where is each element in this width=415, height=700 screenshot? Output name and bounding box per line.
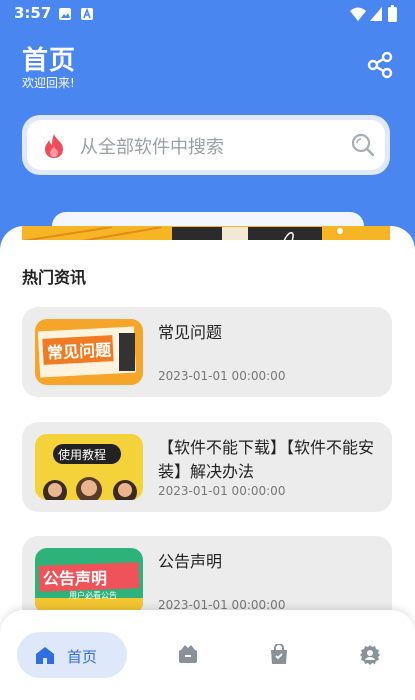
news-thumbnail: 使用教程 (35, 434, 143, 500)
news-thumbnail: 常见问题 (35, 319, 143, 385)
profile-icon[interactable] (359, 644, 381, 666)
tutorial-thumbnail-image: 使用教程 (35, 434, 143, 500)
news-title: 公告声明 (158, 552, 223, 571)
thumb-text: 常见问题 (47, 340, 113, 362)
search-placeholder[interactable]: 从全部软件中搜索 (80, 133, 224, 159)
news-date: 2023-01-01 00:00:00 (158, 484, 286, 498)
page-title: 首页 (22, 46, 77, 76)
search-icon[interactable] (351, 133, 375, 157)
banner-carousel[interactable] (22, 226, 390, 240)
image-icon (59, 8, 71, 20)
battery-icon (388, 5, 397, 22)
section-title: 热门资讯 (22, 268, 87, 287)
bag-icon[interactable] (268, 644, 290, 665)
wifi-icon (350, 7, 366, 21)
signal-icon (370, 7, 382, 21)
flame-icon (45, 134, 63, 158)
status-time: 3:57 (14, 4, 52, 22)
thumb-text: 公告声明 (43, 569, 107, 588)
app-notification-icon (81, 7, 93, 20)
nav-home-label: 首页 (67, 648, 98, 666)
thumb-subtext: 用户必看公告 (69, 590, 117, 600)
news-card[interactable]: 常见问题 常见问题 2023-01-01 00:00:00 (22, 307, 392, 397)
nav-tab-home[interactable]: 首页 (17, 632, 127, 678)
home-icon (36, 647, 54, 664)
news-card[interactable]: 使用教程 【软件不能下载】【软件不能安装】解决办法 2023-01-01 00:… (22, 422, 392, 512)
banner-image (22, 226, 390, 240)
news-title: 常见问题 (158, 323, 223, 342)
search-box[interactable]: 从全部软件中搜索 (27, 120, 385, 170)
thumb-text: 使用教程 (58, 447, 106, 462)
bottom-navigation: 首页 (0, 610, 415, 700)
news-thumbnail: 公告声明 用户必看公告 (35, 548, 143, 614)
news-title: 【软件不能下载】【软件不能安装】解决办法 (158, 438, 375, 481)
announcement-thumbnail-image: 公告声明 用户必看公告 (35, 548, 143, 614)
share-icon[interactable] (365, 50, 395, 80)
search-bar[interactable]: 从全部软件中搜索 (22, 115, 390, 175)
status-bar: 3:57 (0, 0, 415, 28)
page-subtitle: 欢迎回来! (22, 76, 75, 90)
news-date: 2023-01-01 00:00:00 (158, 369, 286, 383)
faq-thumbnail-image: 常见问题 (35, 319, 143, 385)
store-icon[interactable] (177, 644, 199, 664)
